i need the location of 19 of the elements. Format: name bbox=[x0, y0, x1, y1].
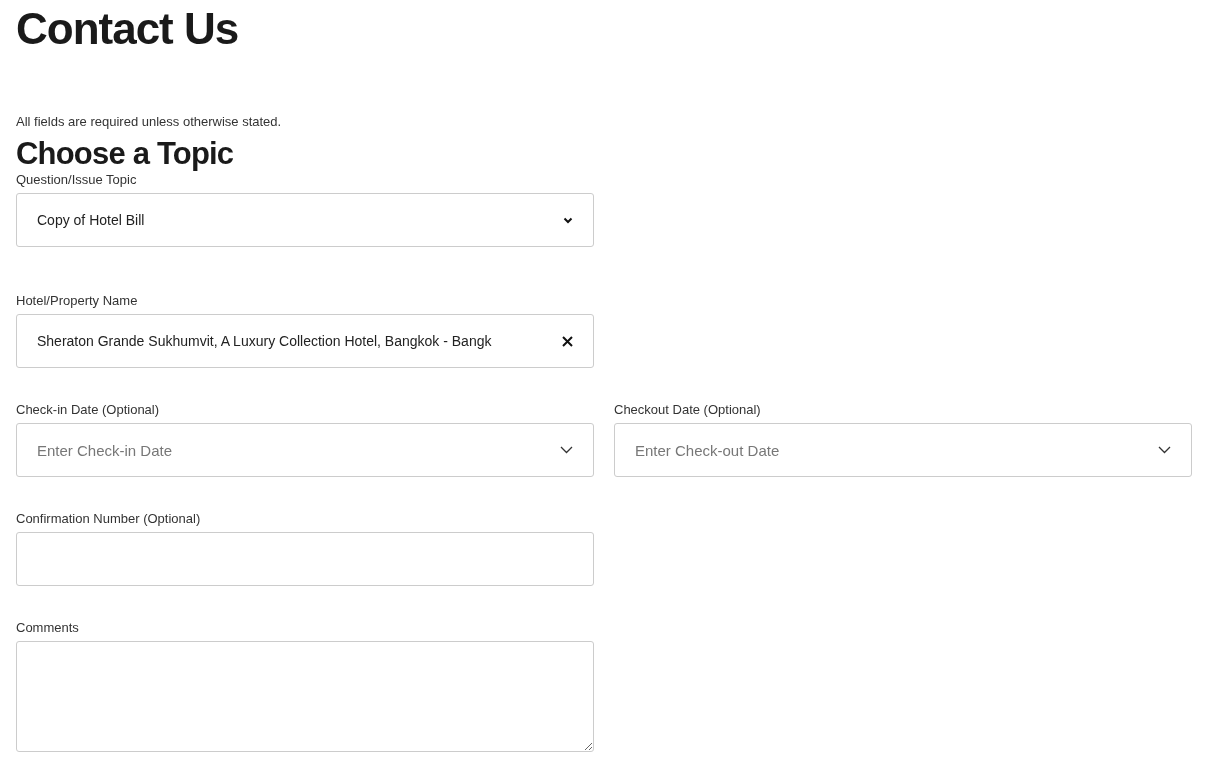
field-label: Comments bbox=[16, 620, 80, 636]
section-title: Choose a Topic bbox=[16, 136, 235, 172]
date-dropdown[interactable]: Enter Check-out Date bbox=[614, 423, 1192, 477]
clear-icon[interactable] bbox=[562, 335, 573, 347]
confirmation-input-field[interactable] bbox=[16, 532, 594, 586]
hotel-input-field[interactable]: Sheraton Grande Sukhumvit, A Luxury Collection Hotel, Bangkok - Bangk bbox=[16, 314, 594, 368]
field-label: Checkout Date (Optional) bbox=[614, 402, 762, 418]
field-label: Question/Issue Topic bbox=[16, 172, 138, 188]
chevron-down-icon bbox=[560, 446, 573, 454]
page-title: Contact Us bbox=[16, 3, 240, 54]
chevron-down-icon bbox=[563, 216, 573, 224]
chevron-down-icon bbox=[1158, 446, 1171, 454]
field-label: Check-in Date (Optional) bbox=[16, 402, 161, 418]
field-label: Hotel/Property Name bbox=[16, 293, 139, 309]
field-label: Confirmation Number (Optional) bbox=[16, 511, 202, 527]
date-dropdown[interactable]: Enter Check-in Date bbox=[16, 423, 594, 477]
topic-dropdown[interactable]: Copy of Hotel Bill bbox=[16, 193, 594, 247]
required-note: All fields are required unless otherwise stated. bbox=[16, 114, 283, 130]
comments-textarea[interactable] bbox=[16, 641, 594, 752]
